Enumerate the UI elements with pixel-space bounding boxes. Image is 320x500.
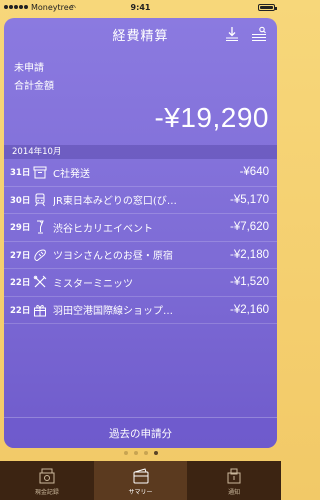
tab-bar: 現金記録 サマリー 通知 <box>0 461 281 500</box>
battery-icon <box>258 4 277 11</box>
expense-row[interactable]: 27日 ツヨシさんとのお昼・原宿 -¥2,180 <box>4 242 277 269</box>
expense-row[interactable]: 22日 ミスターミニッツ -¥1,520 <box>4 269 277 297</box>
expense-day: 27日 <box>10 250 31 261</box>
page-dot[interactable] <box>133 451 138 455</box>
tab-label: 通知 <box>228 489 241 496</box>
expense-day: 22日 <box>10 278 31 289</box>
expense-name: C社発送 <box>53 168 90 180</box>
total-label: 合計金額 <box>14 81 54 92</box>
clock: 9:41 <box>130 3 151 12</box>
summary-panel: 未申請 合計金額 -¥19,290 <box>4 50 277 145</box>
expense-row[interactable]: 30日 JR東日本みどりの窓口(びゅうプ... -¥5,170 <box>4 187 277 214</box>
expense-name: 羽田空港国際線ショップアンド... <box>53 306 178 318</box>
expense-row[interactable]: 29日 渋谷ヒカリエイベント -¥7,620 <box>4 214 277 242</box>
tab-label: 現金記録 <box>34 489 59 496</box>
page-indicator[interactable] <box>0 451 281 459</box>
expense-amount: -¥1,520 <box>229 276 269 289</box>
tab-cash-record[interactable]: 現金記録 <box>0 461 94 500</box>
expense-card: 経費精算 未申請 合計金額 -¥19,290 2014年10月 31日 C社発送… <box>4 18 277 448</box>
expense-name: ミスターミニッツ <box>53 278 133 290</box>
menu-search-icon[interactable] <box>251 26 267 42</box>
notification-icon <box>227 468 241 484</box>
expense-amount: -¥5,170 <box>229 193 269 206</box>
expense-name: ツヨシさんとのお昼・原宿 <box>53 251 173 263</box>
unsubmitted-label: 未申請 <box>14 63 44 74</box>
expense-day: 29日 <box>10 223 31 234</box>
expense-row[interactable]: 31日 C社発送 -¥640 <box>4 159 277 187</box>
expense-day: 31日 <box>10 168 31 179</box>
expense-name: 渋谷ヒカリエイベント <box>53 223 153 235</box>
expense-amount: -¥7,620 <box>229 221 269 234</box>
box-icon <box>33 166 47 179</box>
drink-icon <box>37 220 44 234</box>
past-requests-button[interactable]: 過去の申請分 <box>4 417 277 448</box>
expense-amount: -¥640 <box>239 166 269 179</box>
gift-icon <box>34 304 46 316</box>
download-icon[interactable] <box>225 26 239 42</box>
expense-amount: -¥2,160 <box>229 303 269 316</box>
expense-day: 22日 <box>10 305 31 316</box>
page-dot[interactable] <box>123 451 128 455</box>
tab-notifications[interactable]: 通知 <box>187 461 281 500</box>
tab-label: サマリー <box>128 489 153 496</box>
title-bar: 経費精算 <box>4 18 277 50</box>
expense-amount: -¥2,180 <box>229 248 269 261</box>
expense-name: JR東日本みどりの窓口(びゅうプ... <box>53 196 178 208</box>
page-dot-active[interactable] <box>153 451 158 455</box>
cash-register-icon <box>39 468 55 484</box>
expense-list: 31日 C社発送 -¥640 30日 JR東日本みどりの窓口(びゅうプ... -… <box>4 159 277 324</box>
bread-icon <box>34 248 46 261</box>
page-title: 経費精算 <box>112 28 169 44</box>
tab-summary[interactable]: サマリー <box>93 461 188 500</box>
utensils-icon <box>33 275 47 288</box>
expense-row[interactable]: 22日 羽田空港国際線ショップアンド... -¥2,160 <box>4 297 277 324</box>
expense-day: 30日 <box>10 195 31 206</box>
page-dot[interactable] <box>143 451 148 455</box>
status-bar: Moneytree ◠ 9:41 <box>0 0 281 16</box>
wallet-icon <box>133 468 148 484</box>
train-icon <box>35 193 45 206</box>
month-header: 2014年10月 <box>4 145 277 159</box>
total-amount: -¥19,290 <box>154 102 269 133</box>
